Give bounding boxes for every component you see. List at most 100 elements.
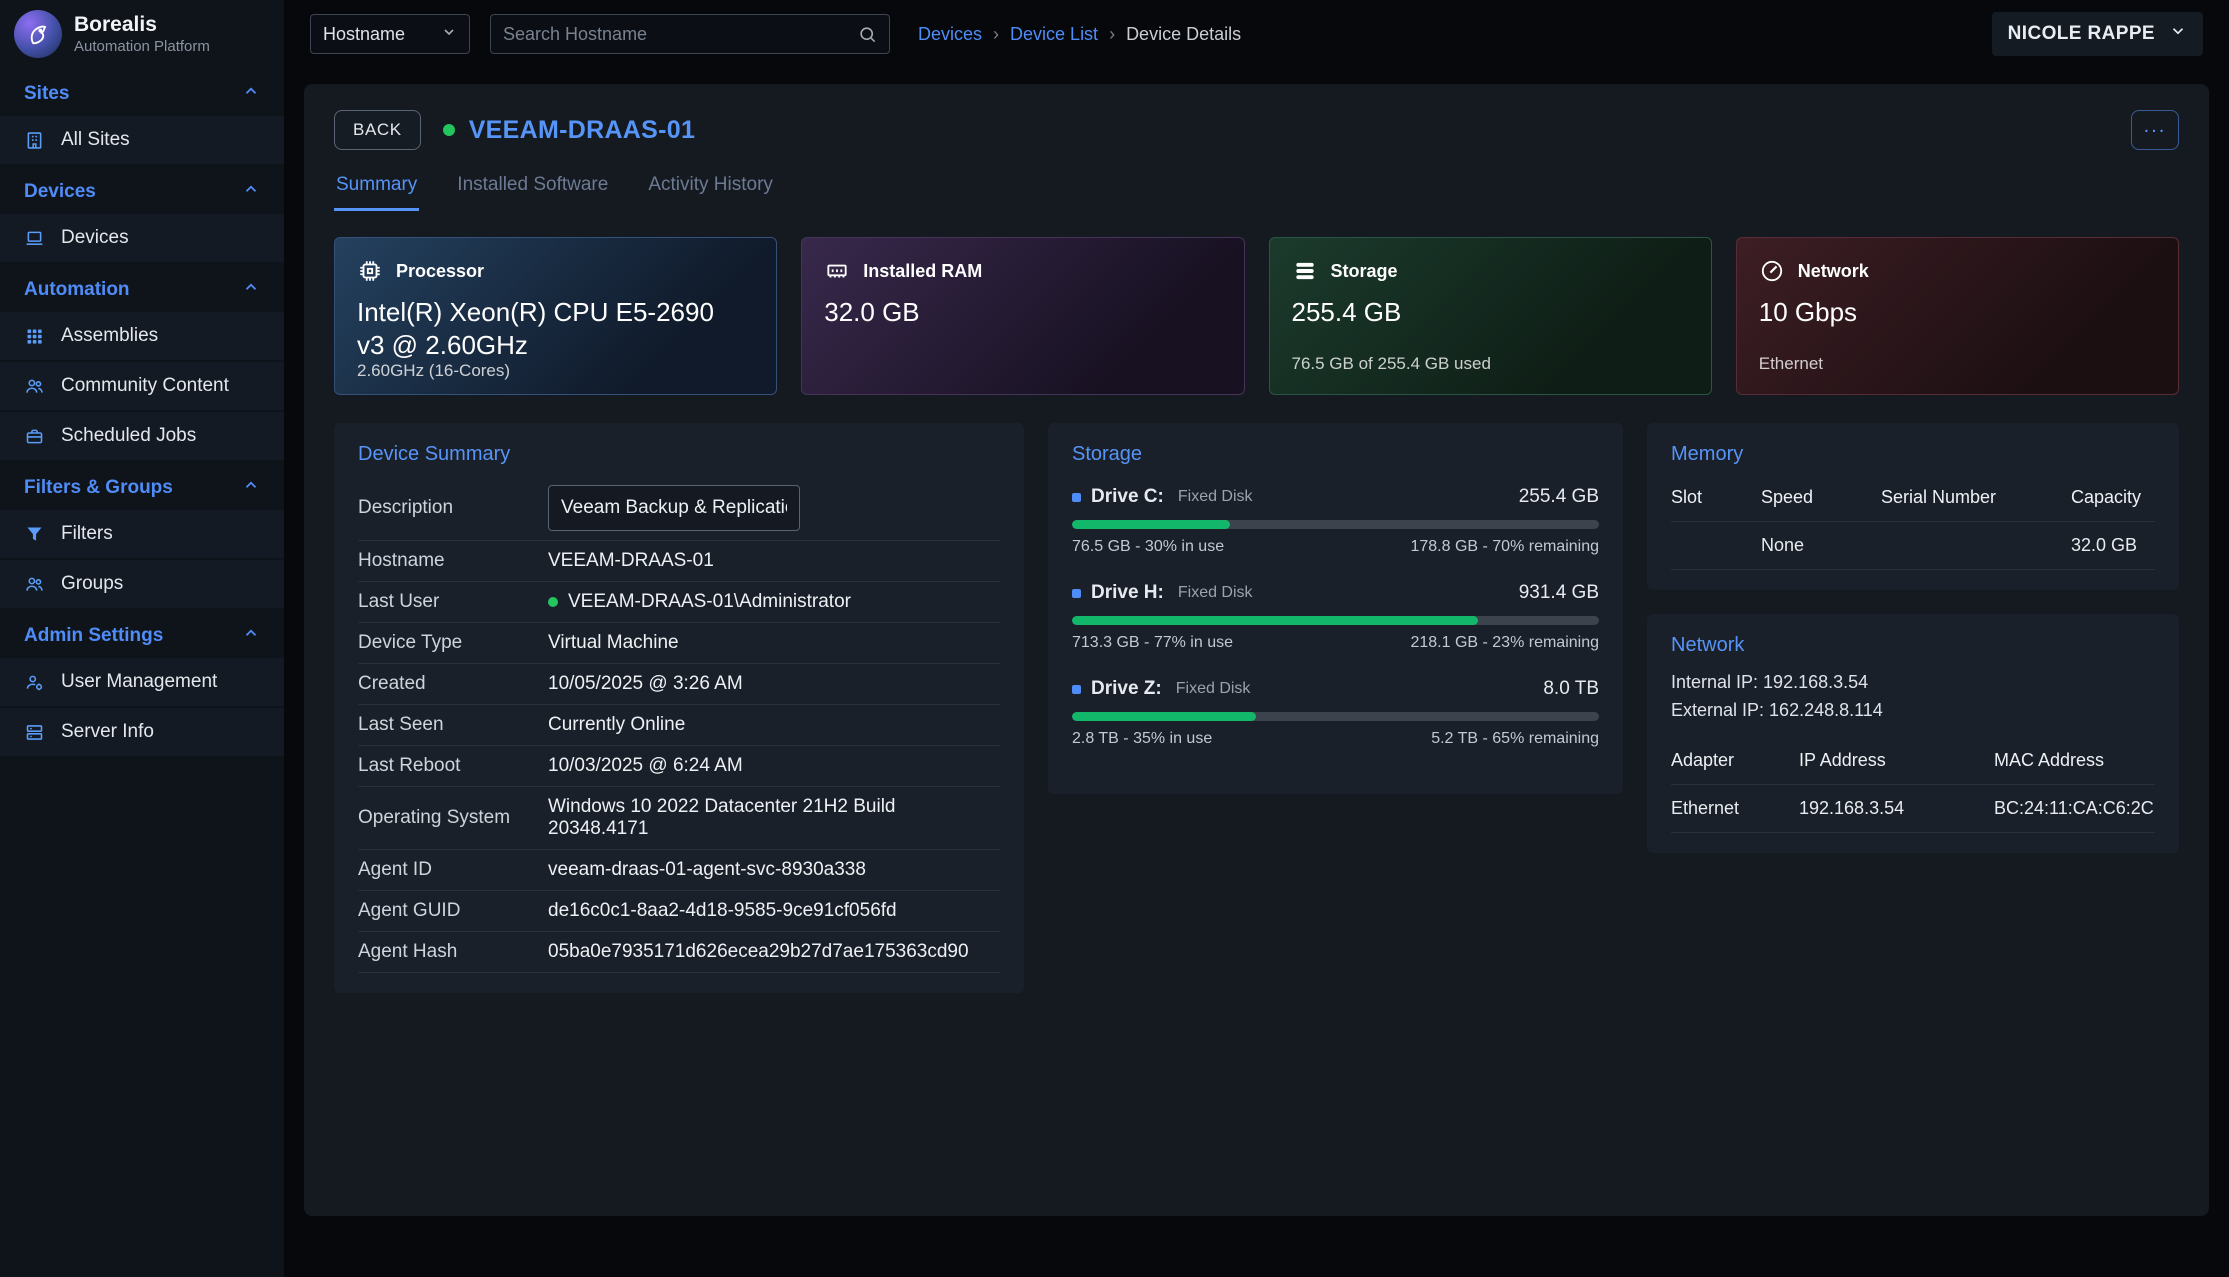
- drive-bullet-icon: [1072, 685, 1081, 694]
- online-status-dot: [443, 124, 455, 136]
- laptop-icon: [24, 228, 45, 249]
- sidebar-item-filters[interactable]: Filters: [0, 510, 284, 558]
- row-label: Description: [358, 497, 548, 519]
- tab-installed-software[interactable]: Installed Software: [455, 166, 610, 211]
- app-name: Borealis: [74, 13, 210, 37]
- row-label: Agent GUID: [358, 900, 548, 922]
- user-gear-icon: [24, 672, 45, 693]
- installed-ram-card: Installed RAM 32.0 GB: [801, 237, 1244, 395]
- sidebar-item-groups[interactable]: Groups: [0, 560, 284, 608]
- drive-usage-bar: [1072, 616, 1599, 625]
- more-options-button[interactable]: ...: [2131, 110, 2179, 150]
- search-input[interactable]: [503, 24, 858, 45]
- sidebar-section-filters-groups[interactable]: Filters & Groups: [0, 462, 284, 510]
- breadcrumb-device-list[interactable]: Device List: [1010, 24, 1098, 45]
- section-label: Automation: [24, 279, 130, 301]
- chevron-up-icon: [242, 476, 260, 500]
- drive-type: Fixed Disk: [1178, 488, 1253, 506]
- drive-type: Fixed Disk: [1178, 584, 1253, 602]
- row-value: 10/05/2025 @ 3:26 AM: [548, 673, 743, 695]
- chevron-up-icon: [242, 624, 260, 648]
- sidebar-item-label: Filters: [61, 523, 113, 545]
- summary-row-operating-system: Operating System Windows 10 2022 Datacen…: [358, 787, 1000, 850]
- panel-title: Device Summary: [358, 443, 1000, 466]
- panel-title: Network: [1671, 634, 2155, 657]
- table-cell: Ethernet: [1671, 785, 1799, 833]
- sidebar: Borealis Automation Platform Sites All S…: [0, 0, 284, 1277]
- row-value: 05ba0e7935171d626ecea29b27d7ae175363cd90: [548, 941, 969, 963]
- drive-name: Drive Z:: [1091, 678, 1162, 700]
- summary-row-agent-guid: Agent GUID de16c0c1-8aa2-4d18-9585-9ce91…: [358, 891, 1000, 932]
- drive-c-block: Drive C: Fixed Disk 255.4 GB 76.5 GB - 3…: [1072, 486, 1599, 556]
- sidebar-section-automation[interactable]: Automation: [0, 264, 284, 312]
- column-header: Slot: [1671, 474, 1761, 522]
- sidebar-section-admin-settings[interactable]: Admin Settings: [0, 610, 284, 658]
- processor-card: Processor Intel(R) Xeon(R) CPU E5-2690 v…: [334, 237, 777, 395]
- building-icon: [24, 130, 45, 151]
- summary-row-hostname: Hostname VEEAM-DRAAS-01: [358, 541, 1000, 582]
- summary-row-last-seen: Last Seen Currently Online: [358, 705, 1000, 746]
- row-value: Currently Online: [548, 714, 685, 736]
- sidebar-item-label: Groups: [61, 573, 123, 595]
- drive-remaining-text: 218.1 GB - 23% remaining: [1410, 634, 1599, 652]
- table-cell: None: [1761, 522, 1881, 570]
- stat-cards: Processor Intel(R) Xeon(R) CPU E5-2690 v…: [334, 237, 2179, 395]
- summary-row-agent-hash: Agent Hash 05ba0e7935171d626ecea29b27d7a…: [358, 932, 1000, 973]
- sidebar-item-community-content[interactable]: Community Content: [0, 362, 284, 410]
- storage-panel: Storage Drive C: Fixed Disk 255.4 GB: [1048, 423, 1623, 794]
- drive-type: Fixed Disk: [1176, 680, 1251, 698]
- row-label: Hostname: [358, 550, 548, 572]
- drive-remaining-text: 5.2 TB - 65% remaining: [1431, 730, 1599, 748]
- breadcrumb-devices[interactable]: Devices: [918, 24, 982, 45]
- app-subtitle: Automation Platform: [74, 38, 210, 55]
- server-icon: [24, 722, 45, 743]
- description-input[interactable]: [548, 485, 800, 531]
- sidebar-nav: Sites All Sites Devices Devices Automati…: [0, 68, 284, 1277]
- sidebar-item-user-management[interactable]: User Management: [0, 658, 284, 706]
- external-ip: External IP: 162.248.8.114: [1671, 697, 2155, 725]
- row-label: Last Reboot: [358, 755, 548, 777]
- user-name: NICOLE RAPPE: [2008, 23, 2155, 45]
- summary-row-last-user: Last User VEEAM-DRAAS-01\Administrator: [358, 582, 1000, 623]
- row-label: Agent Hash: [358, 941, 548, 963]
- tab-activity-history[interactable]: Activity History: [646, 166, 775, 211]
- card-label: Installed RAM: [863, 261, 982, 282]
- breadcrumb-separator: ›: [1109, 24, 1115, 45]
- column-header: Serial Number: [1881, 474, 2071, 522]
- network-panel: Network Internal IP: 192.168.3.54 Extern…: [1647, 614, 2179, 853]
- row-value: VEEAM-DRAAS-01: [548, 550, 714, 572]
- section-label: Devices: [24, 181, 96, 203]
- drive-size: 255.4 GB: [1519, 486, 1599, 508]
- drive-bullet-icon: [1072, 493, 1081, 502]
- sidebar-item-label: Scheduled Jobs: [61, 425, 196, 447]
- card-label: Storage: [1331, 261, 1398, 282]
- user-menu[interactable]: NICOLE RAPPE: [1992, 12, 2203, 56]
- chevron-down-icon: [441, 24, 457, 45]
- drive-name: Drive C:: [1091, 486, 1164, 508]
- card-label: Network: [1798, 261, 1869, 282]
- sidebar-item-all-sites[interactable]: All Sites: [0, 116, 284, 164]
- sidebar-item-assemblies[interactable]: Assemblies: [0, 312, 284, 360]
- sidebar-section-devices[interactable]: Devices: [0, 166, 284, 214]
- people-icon: [24, 376, 45, 397]
- panel-title: Memory: [1671, 443, 2155, 466]
- drive-used-text: 76.5 GB - 30% in use: [1072, 538, 1224, 556]
- tab-summary[interactable]: Summary: [334, 166, 419, 211]
- section-label: Filters & Groups: [24, 477, 173, 499]
- back-button[interactable]: BACK: [334, 110, 421, 150]
- drive-z-block: Drive Z: Fixed Disk 8.0 TB 2.8 TB - 35% …: [1072, 678, 1599, 748]
- sidebar-item-scheduled-jobs[interactable]: Scheduled Jobs: [0, 412, 284, 460]
- drive-size: 8.0 TB: [1543, 678, 1599, 700]
- sidebar-item-devices[interactable]: Devices: [0, 214, 284, 262]
- row-label: Device Type: [358, 632, 548, 654]
- drive-used-text: 713.3 GB - 77% in use: [1072, 634, 1233, 652]
- hostname-filter-dropdown[interactable]: Hostname: [310, 14, 470, 54]
- column-header: IP Address: [1799, 737, 1994, 785]
- row-value: de16c0c1-8aa2-4d18-9585-9ce91cf056fd: [548, 900, 897, 922]
- section-label: Admin Settings: [24, 625, 163, 647]
- row-value: 10/03/2025 @ 6:24 AM: [548, 755, 743, 777]
- sidebar-item-server-info[interactable]: Server Info: [0, 708, 284, 756]
- sidebar-section-sites[interactable]: Sites: [0, 68, 284, 116]
- chevron-up-icon: [242, 82, 260, 106]
- row-value: VEEAM-DRAAS-01\Administrator: [568, 591, 851, 613]
